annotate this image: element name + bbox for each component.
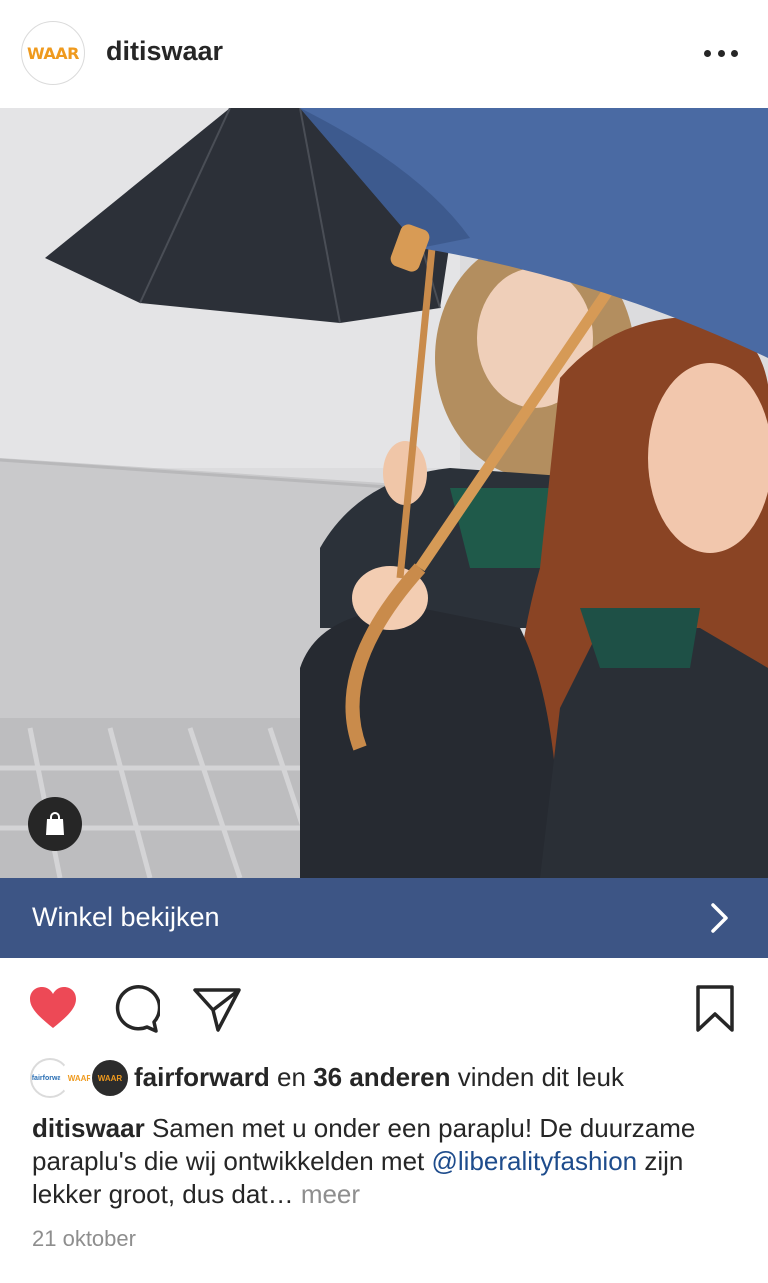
account-avatar[interactable]: WAAR xyxy=(21,21,85,85)
view-shop-label: Winkel bekijken xyxy=(32,902,220,932)
post-caption: ditiswaar Samen met u onder een paraplu!… xyxy=(32,1112,742,1211)
likes-text: fairforward en 36 anderen vinden dit leu… xyxy=(134,1062,624,1092)
likes-summary[interactable]: fairforward WAAR WAAR fairforward en 36 … xyxy=(30,1058,750,1098)
send-icon[interactable] xyxy=(192,984,242,1034)
more-options-icon[interactable] xyxy=(704,42,738,64)
comment-icon[interactable] xyxy=(110,984,162,1034)
chevron-right-icon xyxy=(710,902,730,939)
liker-username[interactable]: fairforward xyxy=(134,1062,270,1092)
bookmark-icon[interactable] xyxy=(690,984,740,1034)
photo-illustration xyxy=(0,108,768,878)
post-date: 21 oktober xyxy=(32,1226,136,1251)
post-actions xyxy=(0,978,768,1042)
avatar-logo: WAAR xyxy=(26,43,80,63)
caption-more-link[interactable]: meer xyxy=(301,1179,360,1209)
caption-mention[interactable]: @liberalityfashion xyxy=(432,1146,638,1176)
username[interactable]: ditiswaar xyxy=(106,36,223,67)
heart-filled-icon[interactable] xyxy=(28,984,78,1034)
view-shop-button[interactable]: Winkel bekijken xyxy=(0,878,768,958)
shopping-bag-icon[interactable] xyxy=(28,797,82,851)
caption-username[interactable]: ditiswaar xyxy=(32,1113,145,1143)
post-photo[interactable] xyxy=(0,108,768,878)
liker-avatar: WAAR xyxy=(90,1058,130,1098)
post-header: WAAR ditiswaar xyxy=(0,0,768,108)
likes-others-count[interactable]: 36 anderen xyxy=(313,1062,450,1092)
